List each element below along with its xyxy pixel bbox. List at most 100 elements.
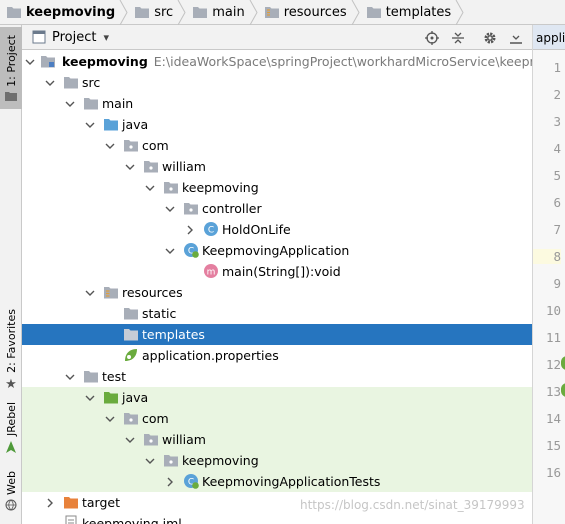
chevron-down-icon[interactable] (144, 450, 156, 471)
breadcrumb-separator (249, 0, 258, 25)
chevron-down-icon[interactable] (84, 282, 96, 303)
folder-icon (7, 7, 21, 18)
collapse-all-icon[interactable] (450, 30, 466, 46)
chevron-down-icon[interactable] (104, 135, 116, 156)
chevron-down-icon[interactable] (104, 408, 116, 429)
tree-label: src (82, 75, 101, 90)
tree-row-keepmoving-package[interactable]: keepmoving (22, 177, 532, 198)
breadcrumb-label: src (154, 4, 174, 20)
tab-web-label: Web (4, 471, 18, 495)
tree-row-src[interactable]: src (22, 72, 532, 93)
tree-row-project-root[interactable]: keepmoving E:\ideaWorkSpace\springProject… (22, 51, 532, 72)
tree-row-william[interactable]: william (22, 156, 532, 177)
tree-row-com[interactable]: com (22, 135, 532, 156)
tree-label: static (142, 306, 177, 321)
chevron-right-icon[interactable] (164, 471, 176, 492)
breadcrumb-separator (455, 0, 464, 25)
project-panel-header: Project ▾ (22, 25, 532, 50)
breadcrumb-item-keepmoving[interactable]: keepmoving (0, 0, 119, 25)
tree-row-test[interactable]: test (22, 366, 532, 387)
panel-title[interactable]: Project (52, 30, 96, 45)
module-folder-icon (41, 56, 55, 68)
run-gutter-icon[interactable] (561, 383, 565, 397)
chevron-right-icon[interactable] (184, 219, 196, 240)
package-icon (144, 161, 158, 173)
breadcrumb-item-main[interactable]: main (186, 0, 248, 25)
tree-label: keepmoving.iml (82, 516, 182, 524)
hide-panel-icon[interactable] (508, 30, 524, 46)
tree-label: target (82, 495, 121, 510)
line-number: 1 (553, 60, 561, 75)
svg-text:C: C (208, 226, 214, 236)
view-dropdown-arrow[interactable]: ▾ (103, 31, 109, 44)
tree-row-main-method[interactable]: m main(String[]):void (22, 261, 532, 282)
breadcrumb-label: resources (283, 4, 347, 20)
chevron-down-icon[interactable] (144, 177, 156, 198)
chevron-down-icon[interactable] (84, 114, 96, 135)
tree-row-keepmoving-iml[interactable]: keepmoving.iml (22, 513, 532, 524)
tab-project[interactable]: 1: Project (0, 27, 22, 109)
spring-boot-class-icon: C (184, 243, 199, 258)
locate-icon[interactable] (424, 30, 440, 46)
star-icon: ★ (5, 376, 17, 392)
class-icon: C (204, 222, 218, 236)
chevron-down-icon[interactable] (124, 429, 136, 450)
resources-folder-icon (264, 7, 279, 18)
folder-icon (5, 91, 17, 101)
breadcrumb-item-src[interactable]: src (128, 0, 177, 25)
tree-row-test-com[interactable]: com (22, 408, 532, 429)
breadcrumb-label: templates (385, 4, 452, 20)
chevron-down-icon[interactable] (24, 51, 36, 72)
jrebel-icon (6, 440, 16, 453)
line-number: 10 (545, 303, 561, 318)
run-gutter-icon[interactable] (561, 356, 565, 370)
tree-label: java (122, 117, 149, 132)
tree-label: HoldOnLife (222, 222, 291, 237)
tree-row-test-keepmoving[interactable]: keepmoving (22, 450, 532, 471)
tree-row-resources[interactable]: resources (22, 282, 532, 303)
editor-tab[interactable]: applica (533, 25, 565, 50)
breadcrumb: keepmoving src main resources templates (0, 0, 565, 25)
tab-web[interactable]: Web (0, 467, 22, 524)
svg-text:m: m (207, 268, 216, 278)
chevron-down-icon[interactable] (164, 198, 176, 219)
tree-row-java[interactable]: java (22, 114, 532, 135)
line-number: 14 (545, 411, 561, 426)
tree-row-keepmoving-application-tests[interactable]: C KeepmovingApplicationTests (22, 471, 532, 492)
line-number: 15 (545, 438, 561, 453)
tree-row-holdonlife[interactable]: C HoldOnLife (22, 219, 532, 240)
folder-icon (366, 7, 381, 18)
tree-row-keepmoving-application[interactable]: C KeepmovingApplication (22, 240, 532, 261)
chevron-down-icon[interactable] (64, 93, 76, 114)
breadcrumb-item-resources[interactable]: resources (258, 0, 351, 25)
line-number: 13 (545, 384, 561, 399)
chevron-down-icon[interactable] (164, 240, 176, 261)
line-number: 3 (553, 114, 561, 129)
package-icon (144, 434, 158, 446)
breadcrumb-separator (177, 0, 186, 25)
tree-row-templates[interactable]: templates (22, 324, 532, 345)
chevron-down-icon[interactable] (84, 387, 96, 408)
chevron-down-icon[interactable] (64, 366, 76, 387)
tree-row-test-java[interactable]: java (22, 387, 532, 408)
source-folder-icon (104, 119, 118, 131)
tree-row-static[interactable]: static (22, 303, 532, 324)
chevron-down-icon[interactable] (44, 72, 56, 93)
folder-icon (84, 98, 98, 110)
folder-icon (64, 77, 78, 89)
gear-icon[interactable] (482, 30, 498, 46)
tree-label: test (102, 369, 127, 384)
chevron-down-icon[interactable] (124, 156, 136, 177)
chevron-right-icon[interactable] (44, 492, 56, 513)
tree-row-controller[interactable]: controller (22, 198, 532, 219)
tree-row-main[interactable]: main (22, 93, 532, 114)
tree-label: KeepmovingApplication (202, 243, 350, 258)
globe-icon (5, 499, 17, 511)
tree-row-application-properties[interactable]: application.properties (22, 345, 532, 366)
breadcrumb-item-templates[interactable]: templates (360, 0, 455, 25)
excluded-folder-icon (64, 497, 78, 509)
tree-label: william (162, 159, 206, 174)
tree-row-test-william[interactable]: william (22, 429, 532, 450)
tab-favorites[interactable]: 2: Favorites ★ (0, 303, 22, 413)
tab-favorites-label: 2: Favorites (4, 309, 18, 373)
